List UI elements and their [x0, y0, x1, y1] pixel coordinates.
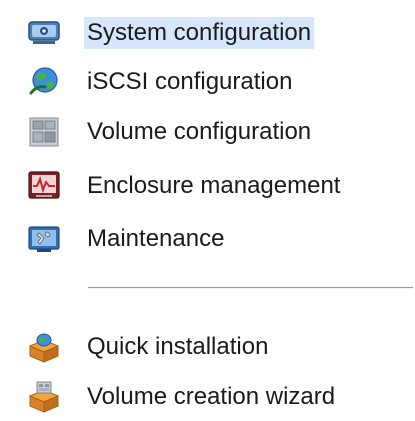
navigation-menu: System configuration iSCSI configuration…	[0, 0, 415, 421]
menu-item-label: Quick installation	[87, 333, 269, 360]
volume-configuration-icon	[24, 114, 64, 150]
menu-item-label: Volume creation wizard	[87, 383, 336, 410]
menu-item-label: Maintenance	[87, 225, 225, 252]
quick-installation-icon	[24, 329, 64, 365]
enclosure-management-icon	[24, 168, 64, 204]
volume-creation-wizard-icon	[24, 379, 64, 415]
menu-separator	[88, 287, 413, 289]
menu-item-iscsi-configuration[interactable]: iSCSI configuration	[24, 63, 295, 101]
menu-item-maintenance[interactable]: Maintenance	[24, 220, 227, 258]
menu-item-label: System configuration	[84, 17, 315, 49]
system-configuration-icon	[24, 15, 64, 51]
menu-item-quick-installation[interactable]: Quick installation	[24, 328, 271, 366]
menu-item-system-configuration[interactable]: System configuration	[24, 14, 315, 52]
menu-item-enclosure-management[interactable]: Enclosure management	[24, 167, 343, 205]
iscsi-configuration-icon	[24, 64, 64, 100]
menu-item-label: iSCSI configuration	[87, 68, 293, 95]
menu-item-label: Enclosure management	[87, 172, 341, 199]
menu-item-volume-configuration[interactable]: Volume configuration	[24, 113, 314, 151]
menu-item-label: Volume configuration	[87, 118, 312, 145]
maintenance-icon	[24, 221, 64, 257]
menu-item-volume-creation-wizard[interactable]: Volume creation wizard	[24, 378, 338, 416]
